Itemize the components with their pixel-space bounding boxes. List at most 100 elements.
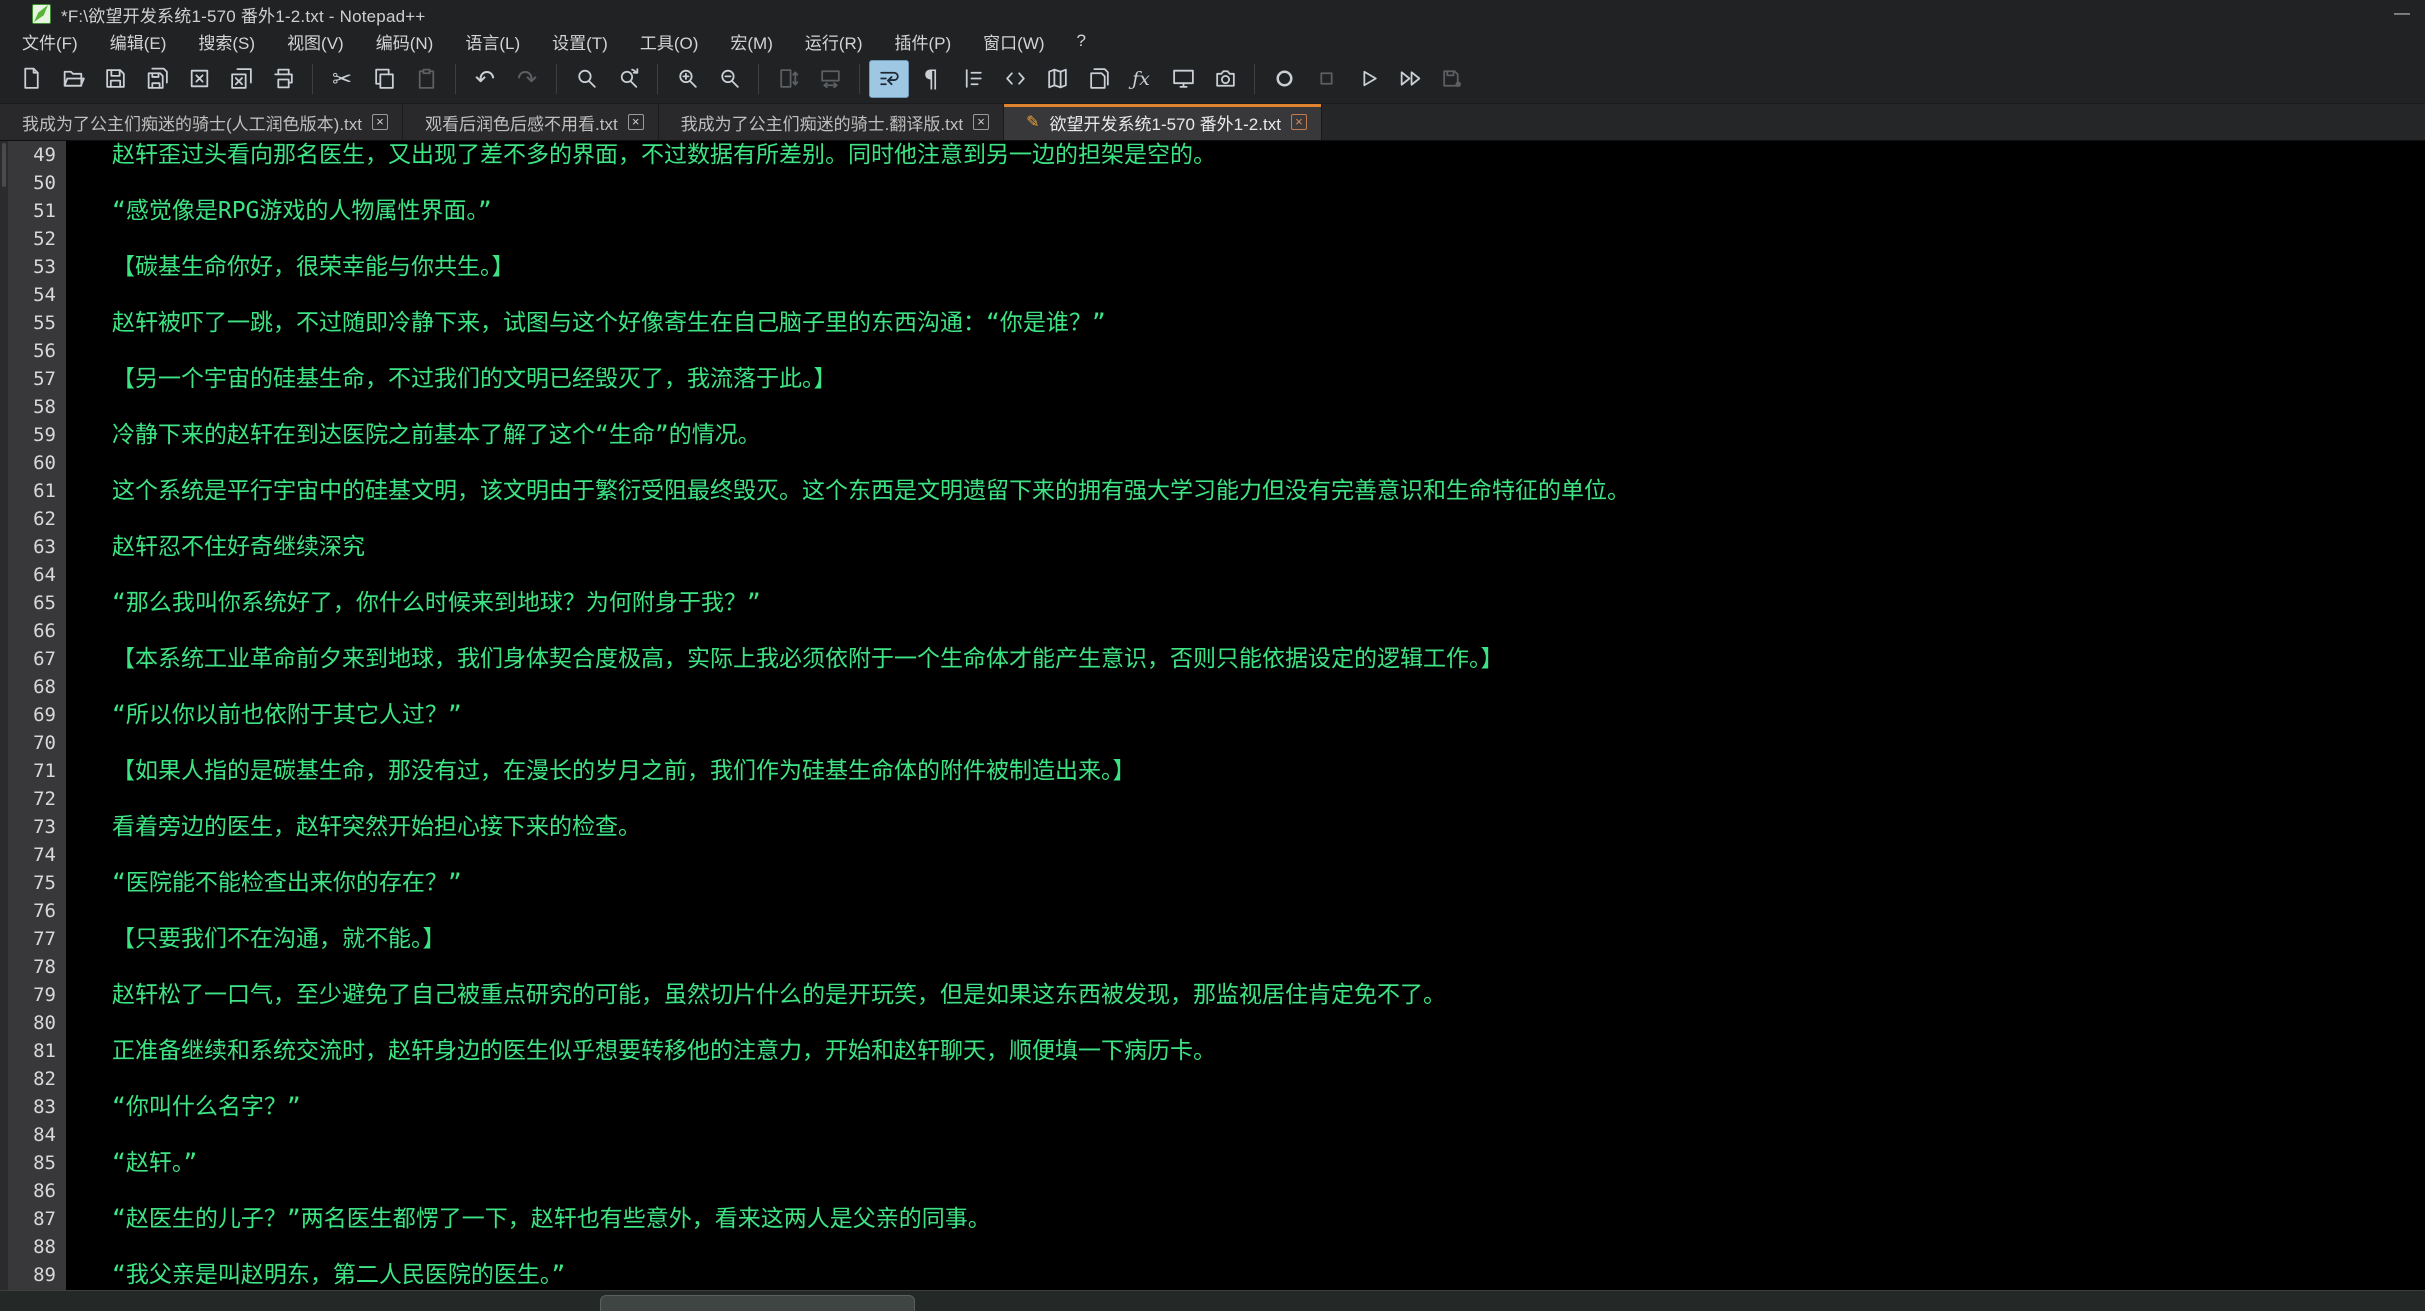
minimize-button[interactable]: — <box>2379 0 2425 28</box>
line-text: “赵医生的儿子？”两名医生都愣了一下，赵轩也有些意外，看来这两人是父亲的同事。 <box>66 1205 2425 1233</box>
save-macro-icon[interactable] <box>1432 60 1472 98</box>
menu-item-11[interactable]: 窗口(W) <box>967 28 1060 54</box>
record-macro-icon[interactable] <box>1264 60 1304 98</box>
doc-map-icon[interactable] <box>1037 60 1077 98</box>
func-tags-icon[interactable] <box>995 60 1035 98</box>
line-number: 54 <box>8 281 66 309</box>
redo-icon[interactable]: ↷ <box>507 60 547 98</box>
line-number: 57 <box>8 365 66 393</box>
menu-item-8[interactable]: 宏(M) <box>714 28 788 54</box>
line-text: 赵轩被吓了一跳，不过随即冷静下来，试图与这个好像寄生在自己脑子里的东西沟通：“你… <box>66 309 2425 337</box>
tab-3[interactable]: 我成为了公主们痴迷的骑士.翻译版.txt × <box>659 104 1004 140</box>
paste-icon[interactable] <box>406 60 446 98</box>
menu-item-12[interactable]: ? <box>1061 28 1102 54</box>
notepad-plus-plus-window: *F:\欲望开发系统1-570 番外1-2.txt - Notepad++ — … <box>0 0 2425 1311</box>
menu-item-0[interactable]: 文件(F) <box>6 28 94 54</box>
editor-left-margin <box>0 141 8 1290</box>
new-file-icon[interactable] <box>11 60 51 98</box>
undo-icon[interactable]: ↶ <box>465 60 505 98</box>
line-number: 85 <box>8 1149 66 1177</box>
editor-line: 76 <box>8 897 2425 925</box>
editor-line: 58 <box>8 393 2425 421</box>
modified-pencil-icon: ✎ <box>1026 112 1039 132</box>
tab-close-icon[interactable]: × <box>628 114 644 130</box>
horizontal-scrollbar-thumb[interactable] <box>600 1295 915 1311</box>
line-number: 75 <box>8 869 66 897</box>
save-all-icon[interactable] <box>137 60 177 98</box>
title-bar[interactable]: *F:\欲望开发系统1-570 番外1-2.txt - Notepad++ — <box>0 0 2425 28</box>
menu-item-3[interactable]: 视图(V) <box>271 28 360 54</box>
editor-line: 53【碳基生命你好，很荣幸能与你共生。】 <box>8 253 2425 281</box>
menu-item-2[interactable]: 搜索(S) <box>182 28 271 54</box>
editor-line: 51“感觉像是RPG游戏的人物属性界面。” <box>8 197 2425 225</box>
menu-item-1[interactable]: 编辑(E) <box>94 28 183 54</box>
snapshot-icon[interactable] <box>1205 60 1245 98</box>
line-text: “感觉像是RPG游戏的人物属性界面。” <box>66 197 2425 225</box>
line-text <box>66 1009 2425 1037</box>
menu-item-10[interactable]: 插件(P) <box>878 28 967 54</box>
editor-line: 75“医院能不能检查出来你的存在？” <box>8 869 2425 897</box>
line-text: “那么我叫你系统好了，你什么时候来到地球？为何附身于我？” <box>66 589 2425 617</box>
editor-line: 64 <box>8 561 2425 589</box>
tab-bar: 我成为了公主们痴迷的骑士(人工润色版本).txt×观看后润色后感不用看.txt×… <box>0 104 2425 141</box>
menu-item-7[interactable]: 工具(O) <box>624 28 715 54</box>
line-number: 71 <box>8 757 66 785</box>
line-text <box>66 673 2425 701</box>
line-number: 70 <box>8 729 66 757</box>
sync-vertical-icon[interactable] <box>768 60 808 98</box>
close-icon[interactable] <box>179 60 219 98</box>
menu-item-5[interactable]: 语言(L) <box>449 28 536 54</box>
print-icon[interactable] <box>263 60 303 98</box>
editor-line: 62 <box>8 505 2425 533</box>
toolbar-separator <box>1254 64 1255 94</box>
zoom-in-icon[interactable] <box>667 60 707 98</box>
line-number: 49 <box>8 141 66 169</box>
text-content[interactable]: 49赵轩歪过头看向那名医生，又出现了差不多的界面，不过数据有所差别。同时他注意到… <box>8 141 2425 1290</box>
find-icon[interactable] <box>566 60 606 98</box>
editor-line: 71【如果人指的是碳基生命，那没有过，在漫长的岁月之前，我们作为硅基生命体的附件… <box>8 757 2425 785</box>
stop-record-icon[interactable] <box>1306 60 1346 98</box>
line-number: 64 <box>8 561 66 589</box>
zoom-out-icon[interactable] <box>709 60 749 98</box>
line-number: 58 <box>8 393 66 421</box>
menu-item-4[interactable]: 编码(N) <box>360 28 450 54</box>
open-file-icon[interactable] <box>53 60 93 98</box>
tab-2[interactable]: 观看后润色后感不用看.txt× <box>403 104 659 140</box>
menu-bar: 文件(F)编辑(E)搜索(S)视图(V)编码(N)语言(L)设置(T)工具(O)… <box>0 28 2425 54</box>
copy-icon[interactable] <box>364 60 404 98</box>
tab-close-icon[interactable]: × <box>372 114 388 130</box>
tab-label: 我成为了公主们痴迷的骑士.翻译版.txt <box>681 110 963 135</box>
play-macro-icon[interactable] <box>1348 60 1388 98</box>
tab-close-icon[interactable]: × <box>973 114 989 130</box>
tab-1[interactable]: 我成为了公主们痴迷的骑士(人工润色版本).txt× <box>0 104 403 140</box>
editor-line: 56 <box>8 337 2425 365</box>
line-number: 72 <box>8 785 66 813</box>
replace-icon[interactable] <box>608 60 648 98</box>
line-text <box>66 729 2425 757</box>
toolbar-separator <box>455 64 456 94</box>
show-all-chars-icon[interactable]: ¶ <box>911 60 951 98</box>
word-wrap-icon[interactable] <box>869 60 909 98</box>
line-text: 【如果人指的是碳基生命，那没有过，在漫长的岁月之前，我们作为硅基生命体的附件被制… <box>66 757 2425 785</box>
menu-item-9[interactable]: 运行(R) <box>789 28 879 54</box>
horizontal-scrollbar[interactable] <box>0 1290 2425 1311</box>
tab-close-icon[interactable]: × <box>1291 114 1307 130</box>
save-icon[interactable] <box>95 60 135 98</box>
line-text: 【另一个宇宙的硅基生命，不过我们的文明已经毁灭了，我流落于此。】 <box>66 365 2425 393</box>
toolbar-separator <box>859 64 860 94</box>
monitor-icon[interactable] <box>1163 60 1203 98</box>
close-all-icon[interactable] <box>221 60 261 98</box>
doc-list-icon[interactable] <box>1079 60 1119 98</box>
line-number: 80 <box>8 1009 66 1037</box>
tab-4[interactable]: ✎欲望开发系统1-570 番外1-2.txt× <box>1004 104 1322 140</box>
line-number: 77 <box>8 925 66 953</box>
editor-line: 82 <box>8 1065 2425 1093</box>
sync-horizontal-icon[interactable] <box>810 60 850 98</box>
menu-item-6[interactable]: 设置(T) <box>536 28 624 54</box>
cut-icon[interactable]: ✂ <box>322 60 362 98</box>
toolbar-separator <box>556 64 557 94</box>
editor-area[interactable]: 49赵轩歪过头看向那名医生，又出现了差不多的界面，不过数据有所差别。同时他注意到… <box>0 141 2425 1290</box>
indent-guide-icon[interactable] <box>953 60 993 98</box>
run-macro-multiple-icon[interactable] <box>1390 60 1430 98</box>
function-list-icon[interactable]: ƒx <box>1121 60 1161 98</box>
